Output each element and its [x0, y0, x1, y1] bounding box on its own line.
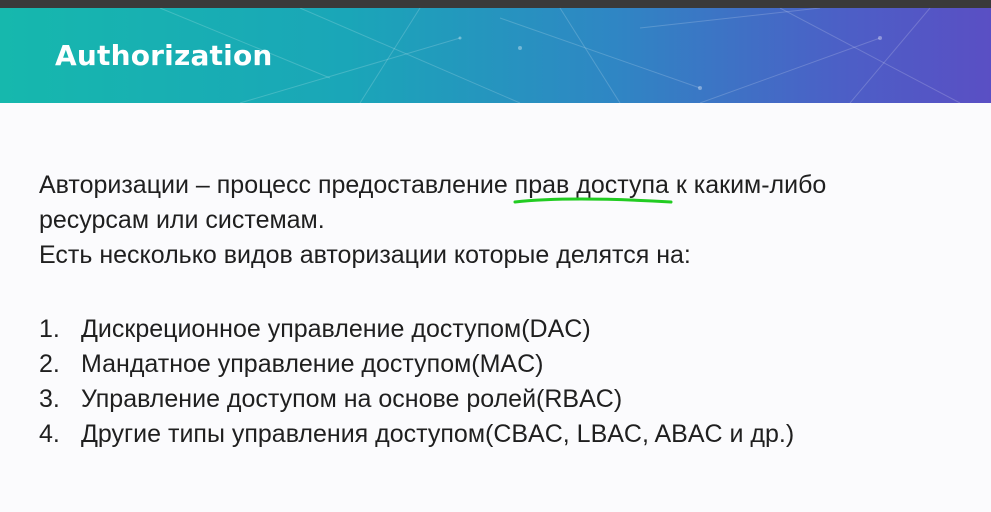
intro-line: Есть несколько видов авторизации которые…	[39, 241, 691, 269]
list-item-number: 1.	[39, 315, 60, 343]
list-item-number: 4.	[39, 420, 60, 448]
list-item: 4. Другие типы управления доступом(CBAC,…	[39, 417, 794, 452]
intro-paragraph: Авторизации – процесс предоставление пра…	[39, 168, 959, 273]
list-item-text: Управление доступом на основе ролей(RBAC…	[81, 385, 623, 413]
list-item-text: Другие типы управления доступом(CBAC, LB…	[81, 420, 795, 448]
list-item: 2. Мандатное управление доступом(MAC)	[39, 347, 794, 382]
list-item: 3. Управление доступом на основе ролей(R…	[39, 382, 794, 417]
authorization-types-list: 1. Дискреционное управление доступом(DAC…	[39, 312, 794, 452]
list-item: 1. Дискреционное управление доступом(DAC…	[39, 312, 794, 347]
list-item-number: 3.	[39, 385, 60, 413]
title-banner: Authorization	[0, 8, 991, 103]
list-item-text: Мандатное управление доступом(MAC)	[81, 350, 544, 378]
list-item-text: Дискреционное управление доступом(DAC)	[81, 315, 591, 343]
slide: Authorization Авторизации – процесс пред…	[0, 8, 991, 512]
list-item-number: 2.	[39, 350, 60, 378]
intro-line: ресурсам или системам.	[39, 206, 325, 234]
intro-line: Авторизации – процесс предоставление пра…	[39, 171, 827, 199]
green-underline-annotation	[513, 197, 673, 204]
slide-title: Authorization	[55, 39, 273, 72]
